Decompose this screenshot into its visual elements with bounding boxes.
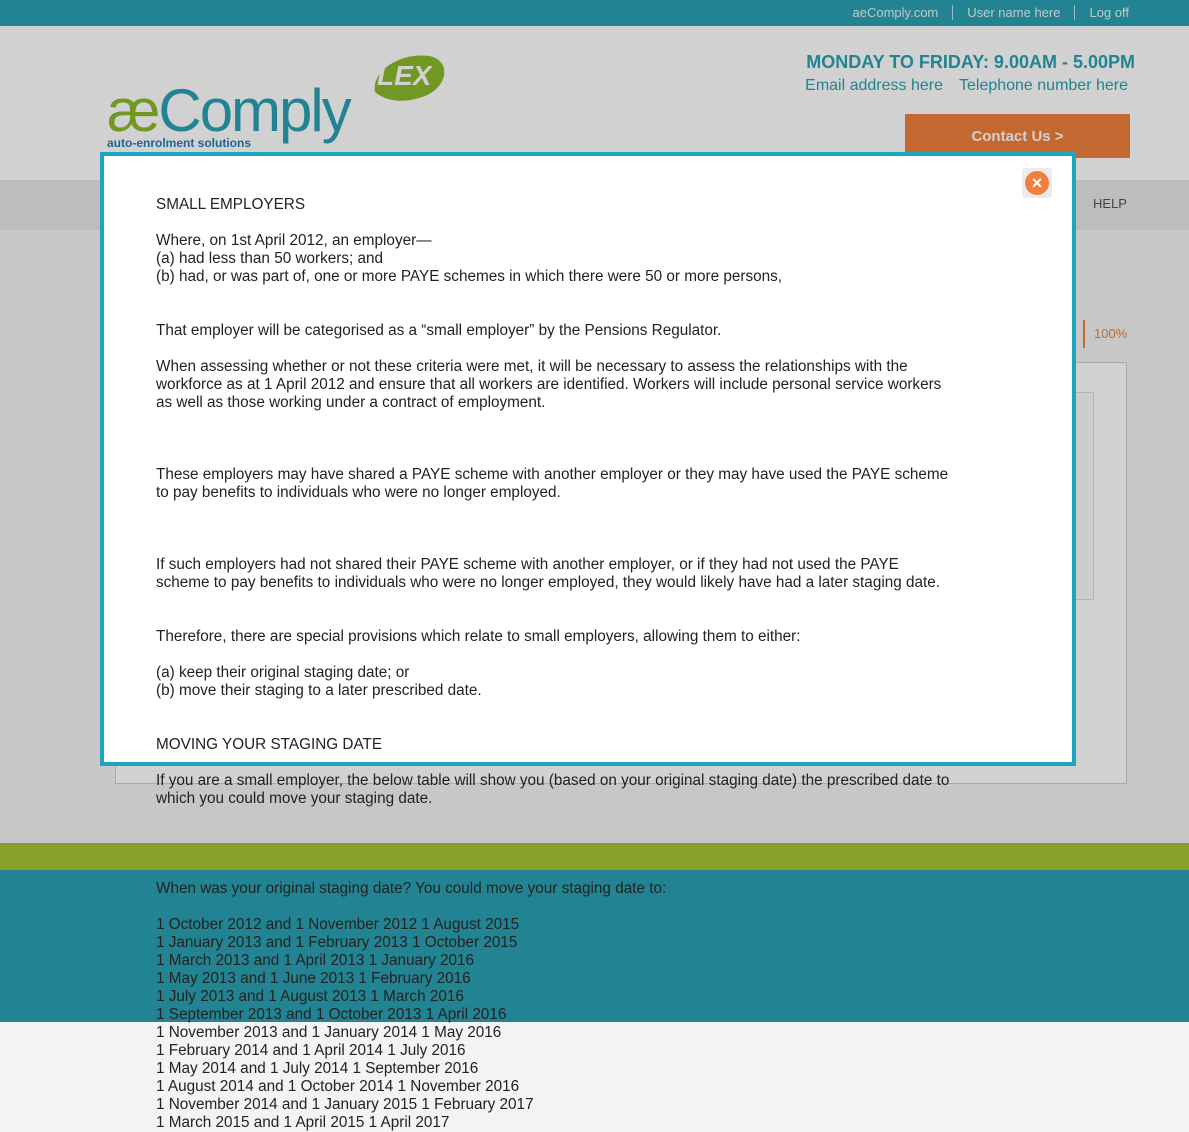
text-line: When assessing whether or not these crit… bbox=[156, 358, 908, 375]
text-line: which you could move your staging date. bbox=[156, 790, 433, 807]
text-line: scheme to pay benefits to individuals wh… bbox=[156, 574, 941, 591]
text-line: (b) had, or was part of, one or more PAY… bbox=[156, 268, 783, 285]
text-line: (a) keep their original staging date; or bbox=[156, 664, 410, 681]
table-row: 1 August 2014 and 1 October 2014 1 Novem… bbox=[156, 1078, 520, 1095]
text-line: to pay benefits to individuals who were … bbox=[156, 484, 561, 501]
table-row: 1 February 2014 and 1 April 2014 1 July … bbox=[156, 1042, 466, 1059]
table-row: 1 January 2013 and 1 February 2013 1 Oct… bbox=[156, 934, 518, 951]
table-row: 1 October 2012 and 1 November 2012 1 Aug… bbox=[156, 916, 520, 933]
text-line: Where, on 1st April 2012, an employer— bbox=[156, 232, 432, 249]
text-line: (b) move their staging to a later prescr… bbox=[156, 682, 482, 699]
text-line: If such employers had not shared their P… bbox=[156, 556, 899, 573]
table-row: 1 September 2013 and 1 October 2013 1 Ap… bbox=[156, 1006, 507, 1023]
text-line: (a) had less than 50 workers; and bbox=[156, 250, 384, 267]
text-line: as well as those working under a contrac… bbox=[156, 394, 546, 411]
modal-content: SMALL EMPLOYERS Where, on 1st April 2012… bbox=[156, 196, 1006, 1132]
table-row: 1 July 2013 and 1 August 2013 1 March 20… bbox=[156, 988, 464, 1005]
table-row: 1 May 2013 and 1 June 2013 1 February 20… bbox=[156, 970, 471, 987]
table-row: 1 March 2015 and 1 April 2015 1 April 20… bbox=[156, 1114, 450, 1131]
close-button[interactable]: × bbox=[1022, 168, 1052, 198]
staging-date-table: 1 October 2012 and 1 November 2012 1 Aug… bbox=[156, 916, 1006, 1132]
heading-moving-staging-date: MOVING YOUR STAGING DATE bbox=[156, 736, 383, 753]
text-line: These employers may have shared a PAYE s… bbox=[156, 466, 949, 483]
table-row: 1 March 2013 and 1 April 2013 1 January … bbox=[156, 952, 475, 969]
text-line: workforce as at 1 April 2012 and ensure … bbox=[156, 376, 942, 393]
table-row: 1 November 2014 and 1 January 2015 1 Feb… bbox=[156, 1096, 534, 1113]
provisions-paragraph: Therefore, there are special provisions … bbox=[156, 628, 801, 645]
table-row: 1 November 2013 and 1 January 2014 1 May… bbox=[156, 1024, 502, 1041]
category-paragraph: That employer will be categorised as a “… bbox=[156, 322, 722, 339]
table-row: 1 May 2014 and 1 July 2014 1 September 2… bbox=[156, 1060, 479, 1077]
table-header: When was your original staging date? You… bbox=[156, 880, 667, 897]
text-line: If you are a small employer, the below t… bbox=[156, 772, 950, 789]
close-icon: × bbox=[1025, 171, 1049, 195]
heading-small-employers: SMALL EMPLOYERS bbox=[156, 196, 306, 213]
